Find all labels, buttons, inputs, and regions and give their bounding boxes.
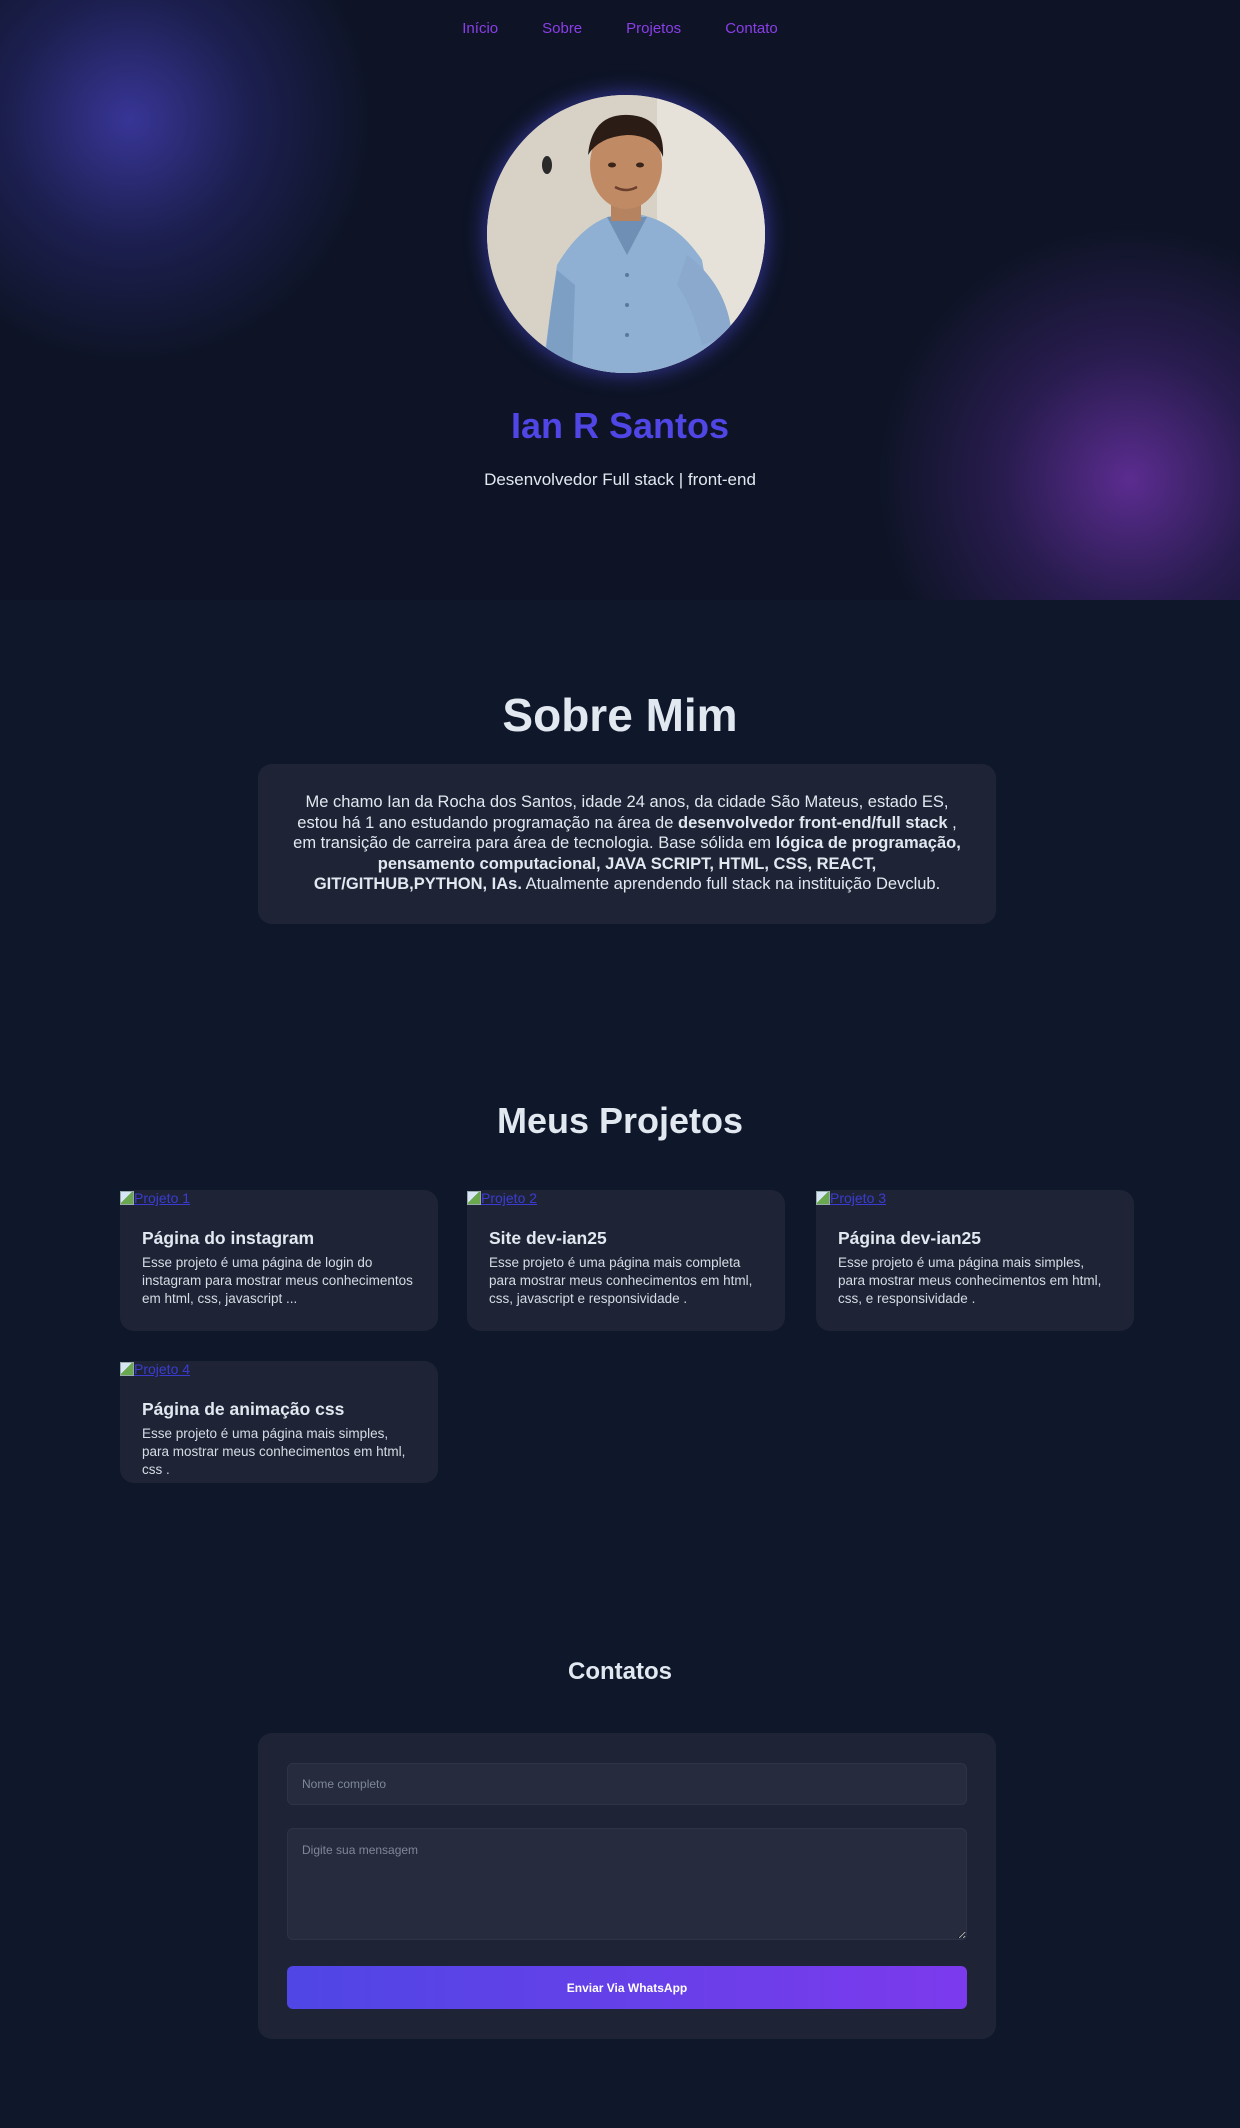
project-name: Página dev-ian25: [838, 1228, 981, 1248]
project-image-link[interactable]: Projeto 2: [467, 1190, 537, 1208]
contact-title: Contatos: [568, 1658, 672, 1685]
project-description: Esse projeto é uma página mais completa …: [489, 1255, 753, 1306]
nav-link-sobre[interactable]: Sobre: [542, 20, 582, 37]
broken-image-icon: [120, 1191, 134, 1205]
project-image-link[interactable]: Projeto 3: [816, 1190, 886, 1208]
profile-photo: [487, 95, 765, 373]
project-card: Projeto 4 Página de animação css Esse pr…: [120, 1361, 438, 1483]
broken-image-icon: [467, 1191, 481, 1205]
project-card: Projeto 1 Página do instagram Esse proje…: [120, 1190, 438, 1331]
project-image-alt: Projeto 4: [134, 1361, 191, 1377]
project-name: Página de animação css: [142, 1399, 345, 1419]
nav-link-inicio[interactable]: Início: [462, 20, 498, 37]
top-nav: Início Sobre Projetos Contato: [0, 20, 1240, 37]
hero-section: Início Sobre Projetos Contato Ian R Sant…: [0, 0, 1240, 600]
about-title: Sobre Mim: [502, 689, 738, 741]
broken-image-icon: [816, 1191, 830, 1205]
send-whatsapp-button[interactable]: Enviar Via WhatsApp: [287, 1966, 967, 2009]
project-image-link[interactable]: Projeto 1: [120, 1190, 190, 1208]
projects-title: Meus Projetos: [496, 1100, 744, 1141]
project-description: Esse projeto é uma página mais simples, …: [838, 1255, 1102, 1306]
broken-image-icon: [120, 1362, 134, 1376]
project-image-alt: Projeto 2: [481, 1190, 538, 1206]
project-name: Site dev-ian25: [489, 1228, 607, 1248]
name-input[interactable]: [287, 1763, 967, 1805]
project-card: Projeto 3 Página dev-ian25 Esse projeto …: [816, 1190, 1134, 1331]
hero-name: Ian R Santos: [510, 405, 730, 446]
hero-glow-left: [0, 0, 380, 360]
project-description: Esse projeto é uma página mais simples, …: [142, 1426, 406, 1477]
nav-link-projetos[interactable]: Projetos: [626, 20, 681, 37]
about-bold-1: desenvolvedor front-end/full stack: [677, 813, 948, 832]
project-image-alt: Projeto 3: [830, 1190, 887, 1206]
project-card: Projeto 2 Site dev-ian25 Esse projeto é …: [467, 1190, 785, 1331]
project-image-alt: Projeto 1: [134, 1190, 191, 1206]
project-description: Esse projeto é uma página de login do in…: [142, 1255, 413, 1306]
project-name: Página do instagram: [142, 1228, 315, 1248]
hero-role: Desenvolvedor Full stack | front-end: [484, 470, 756, 489]
nav-link-contato[interactable]: Contato: [725, 20, 778, 37]
contact-form: Enviar Via WhatsApp: [258, 1733, 996, 2039]
message-textarea[interactable]: [287, 1828, 967, 1940]
about-card: Me chamo Ian da Rocha dos Santos, idade …: [258, 764, 996, 924]
project-image-link[interactable]: Projeto 4: [120, 1361, 190, 1379]
profile-avatar: [487, 95, 765, 373]
about-text-3: Atualmente aprendendo full stack na inst…: [521, 875, 941, 893]
